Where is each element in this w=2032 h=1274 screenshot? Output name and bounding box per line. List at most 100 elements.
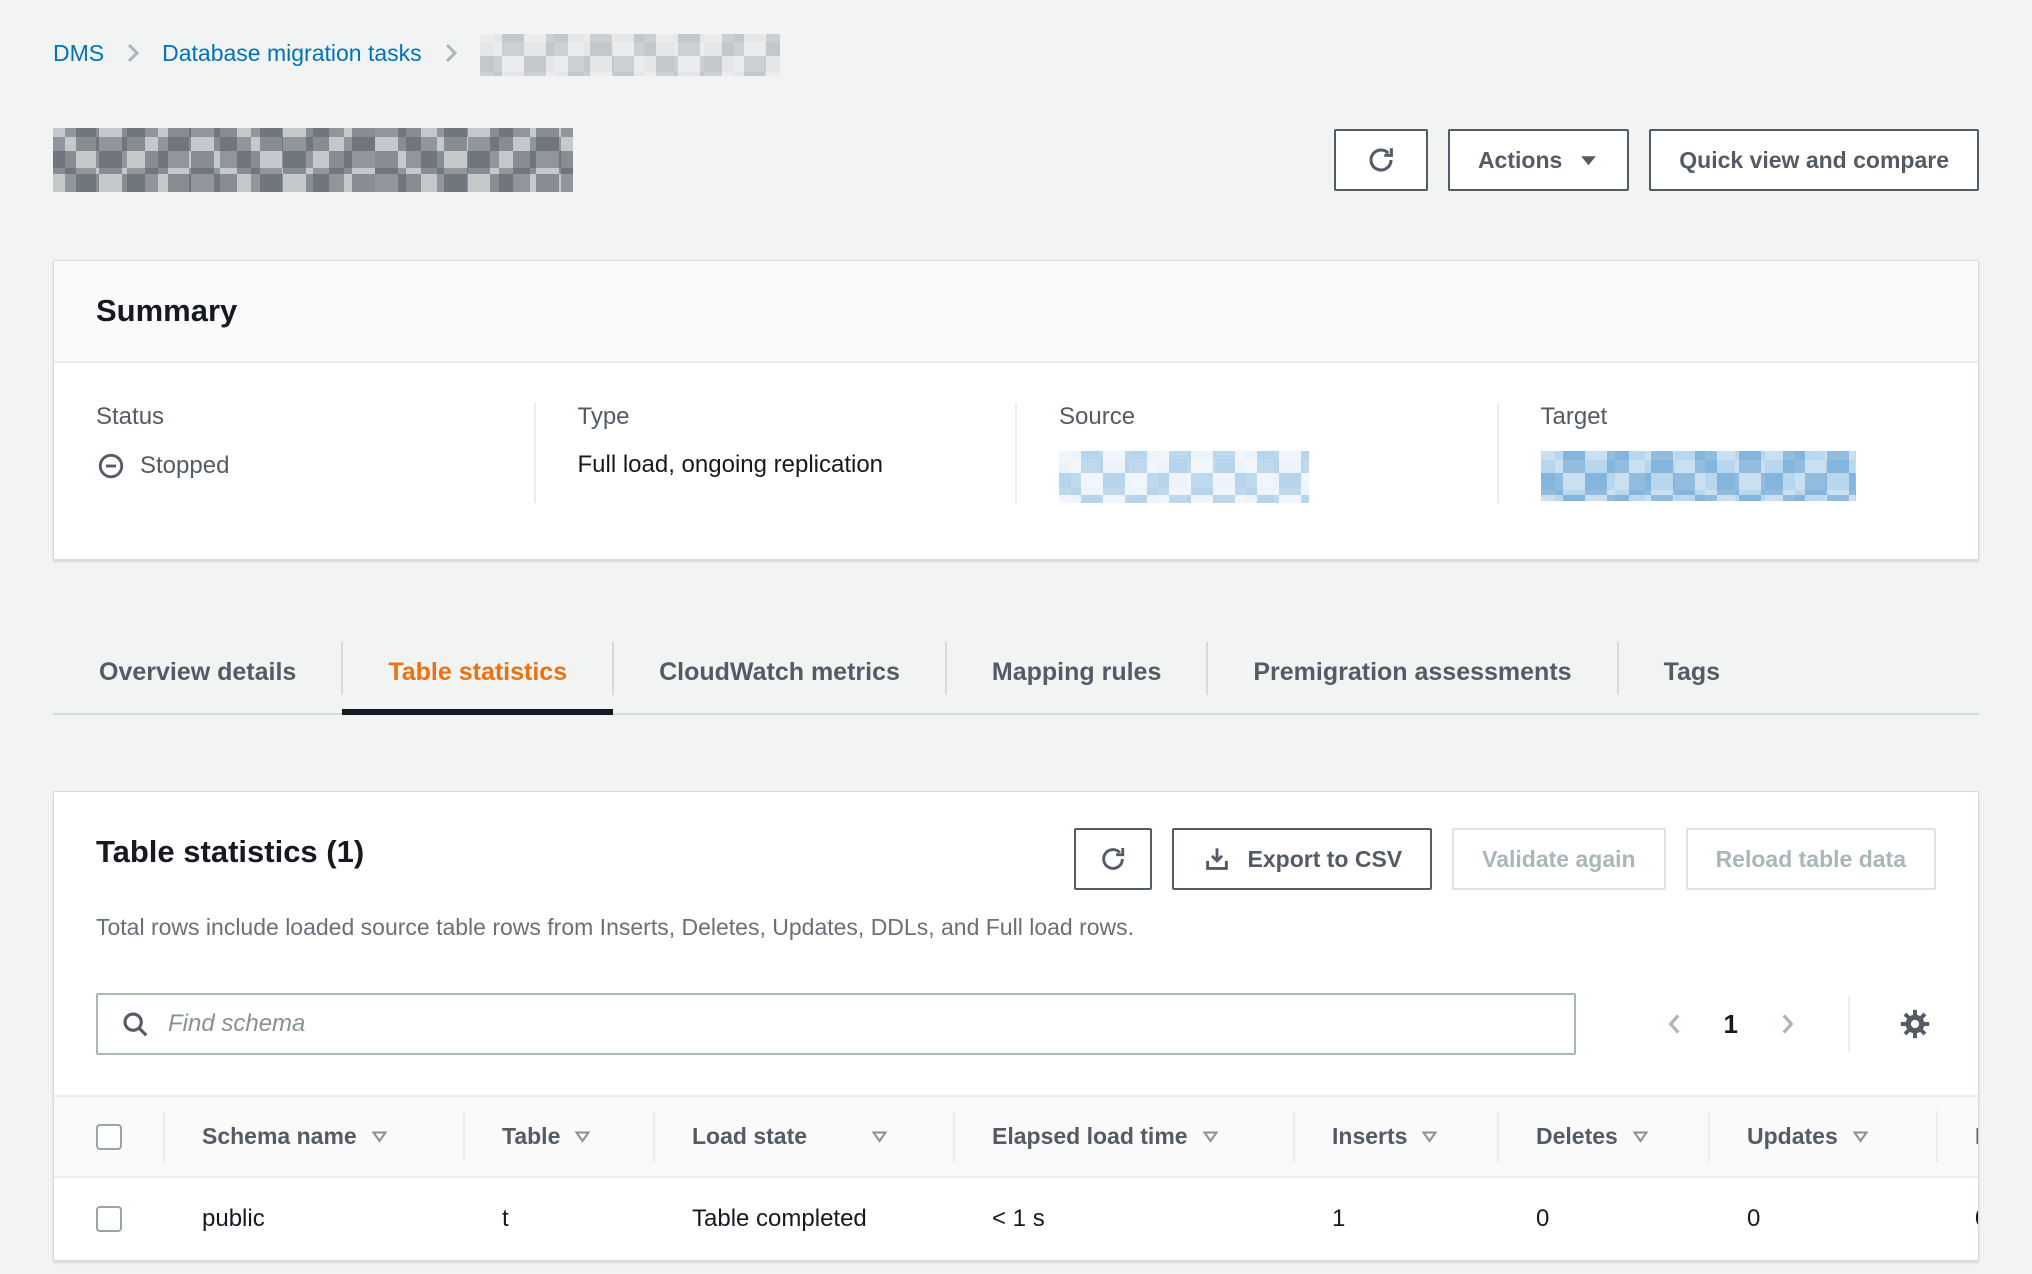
breadcrumb-link-dms[interactable]: DMS [53,40,104,67]
summary-field-type: Type Full load, ongoing replication [534,403,1016,503]
column-label: Deletes [1536,1123,1618,1150]
page-title-redacted [53,128,573,192]
select-all-header [54,1097,164,1177]
tab-overview-details[interactable]: Overview details [53,632,342,713]
target-label: Target [1541,403,1937,431]
column-label: Inserts [1332,1123,1407,1150]
column-label: Elapsed load time [992,1123,1188,1150]
pagination-next-button[interactable] [1770,1006,1804,1042]
cell-elapsed-load-time: < 1 s [954,1177,1294,1260]
column-header-updates[interactable]: Updates [1709,1097,1937,1177]
tab-cloudwatch-metrics[interactable]: CloudWatch metrics [613,632,946,713]
column-header-deletes[interactable]: Deletes [1498,1097,1709,1177]
pagination-prev-button[interactable] [1658,1006,1692,1042]
quick-view-label: Quick view and compare [1679,147,1949,174]
breadcrumb: DMS Database migration tasks [53,0,1979,76]
tab-tags[interactable]: Tags [1618,632,1767,713]
summary-body: Status Stopped Type Full load, ongoing r… [54,363,1978,559]
column-header-table[interactable]: Table [464,1097,654,1177]
reload-table-data-label: Reload table data [1716,846,1906,873]
pagination: 1 [1658,996,1936,1052]
column-label: Load state [692,1123,807,1150]
sort-caret-icon [1852,1128,1869,1145]
panel-toolbar: Export to CSV Validate again Reload tabl… [1074,828,1936,890]
column-header-ddls-truncated[interactable]: D [1937,1097,1978,1177]
actions-button-label: Actions [1478,147,1562,174]
column-header-schema-name[interactable]: Schema name [164,1097,464,1177]
column-label: D [1975,1123,1978,1150]
sort-caret-icon [574,1128,591,1145]
gear-icon [1898,1007,1932,1041]
column-header-inserts[interactable]: Inserts [1294,1097,1498,1177]
table-settings-button[interactable] [1894,1003,1936,1045]
cell-ddls: 0 [1937,1177,1978,1260]
column-header-elapsed-load-time[interactable]: Elapsed load time [954,1097,1294,1177]
summary-title: Summary [54,261,1978,363]
table-row: public t Table completed < 1 s 1 0 0 0 [54,1177,1978,1260]
header-toolbar: Actions Quick view and compare [1334,129,1979,191]
cell-table: t [464,1177,654,1260]
table-scroll-area: Schema name Table [54,1095,1978,1260]
cell-deletes: 0 [1498,1177,1709,1260]
breadcrumb-item-redacted[interactable] [480,34,780,76]
schema-search-input[interactable] [168,1010,1552,1038]
sort-caret-icon [871,1128,888,1145]
cell-updates: 0 [1709,1177,1937,1260]
summary-panel: Summary Status Stopped Type Full load, o… [53,260,1979,560]
column-label: Updates [1747,1123,1838,1150]
table-statistics-panel: Table statistics (1) [53,791,1979,1261]
panel-refresh-button[interactable] [1074,828,1152,890]
source-value-redacted[interactable] [1059,451,1309,503]
pager-divider [1848,996,1850,1052]
select-all-checkbox[interactable] [96,1124,122,1150]
chevron-left-icon [1662,1010,1688,1038]
source-label: Source [1059,403,1455,431]
panel-title: Table statistics (1) [96,828,364,870]
export-csv-button[interactable]: Export to CSV [1172,828,1433,890]
status-label: Status [96,403,492,431]
actions-button[interactable]: Actions [1448,129,1629,191]
refresh-icon [1365,144,1397,176]
target-value-redacted[interactable] [1541,451,1856,501]
quick-view-compare-button[interactable]: Quick view and compare [1649,129,1979,191]
chevron-right-icon [1774,1010,1800,1038]
minus-circle-icon [96,451,126,481]
search-icon [120,1009,150,1039]
tab-table-statistics[interactable]: Table statistics [342,632,613,713]
summary-field-source: Source [1015,403,1497,503]
table-statistics-table: Schema name Table [54,1097,1978,1260]
cell-schema-name: public [164,1177,464,1260]
caret-down-icon [1578,150,1599,171]
summary-field-target: Target [1497,403,1979,503]
reload-table-data-button[interactable]: Reload table data [1686,828,1936,890]
table-controls: 1 [96,993,1936,1055]
download-icon [1202,844,1232,874]
column-header-load-state[interactable]: Load state [654,1097,954,1177]
sort-caret-icon [1632,1128,1649,1145]
column-label: Table [502,1123,560,1150]
chevron-right-icon [122,41,144,65]
row-select-checkbox[interactable] [96,1206,122,1232]
sort-caret-icon [1421,1128,1438,1145]
schema-search-box [96,993,1576,1055]
summary-field-status: Status Stopped [54,403,534,503]
column-label: Schema name [202,1123,357,1150]
status-value: Stopped [96,451,492,481]
row-select-cell [54,1177,164,1260]
validate-again-button[interactable]: Validate again [1452,828,1665,890]
table-header-row: Schema name Table [54,1097,1978,1177]
type-value: Full load, ongoing replication [578,451,974,479]
page-number: 1 [1724,1009,1738,1040]
refresh-icon [1098,844,1128,874]
export-csv-label: Export to CSV [1248,846,1403,873]
type-label: Type [578,403,974,431]
sort-caret-icon [1202,1128,1219,1145]
breadcrumb-link-migration-tasks[interactable]: Database migration tasks [162,40,422,67]
tab-premigration-assessments[interactable]: Premigration assessments [1207,632,1617,713]
tab-mapping-rules[interactable]: Mapping rules [946,632,1207,713]
refresh-button[interactable] [1334,129,1428,191]
table-description: Total rows include loaded source table r… [96,914,1936,941]
status-text: Stopped [140,452,229,480]
validate-again-label: Validate again [1482,846,1635,873]
chevron-right-icon [440,41,462,65]
